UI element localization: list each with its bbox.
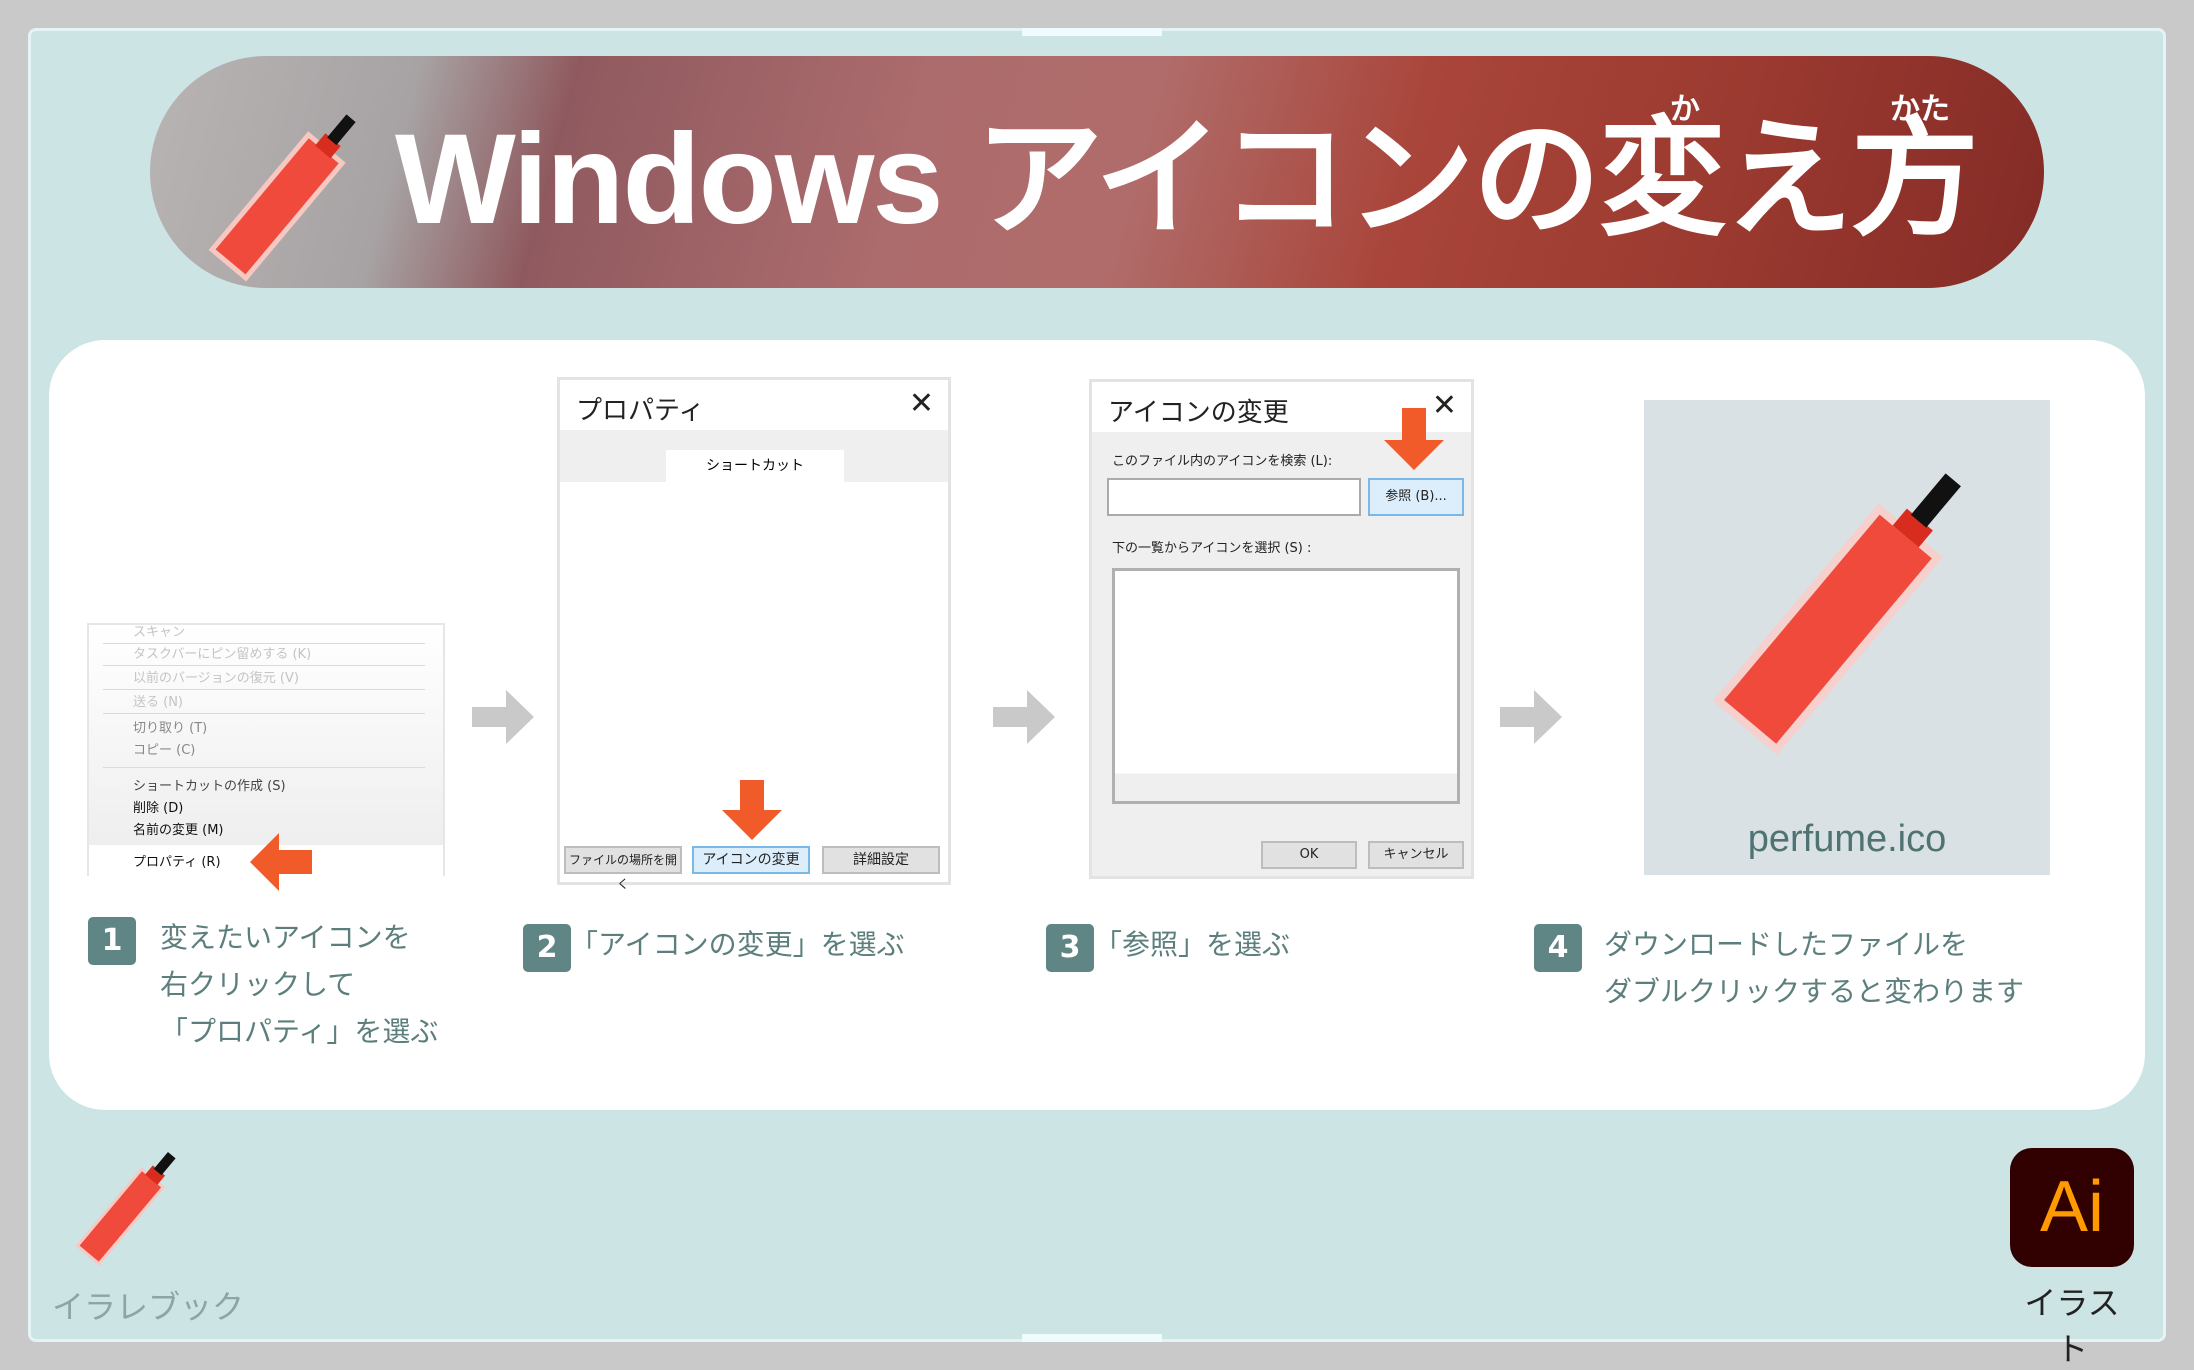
ruby-ka: か [1670,92,1700,127]
open-file-location-button[interactable]: ファイルの場所を開く [564,846,682,891]
menu-separator [103,665,425,666]
dialog-title: プロパティ [576,396,705,426]
orange-arrow-down-icon [722,780,782,840]
menu-item-restore-version[interactable]: 以前のバージョンの復元 (V) [133,667,299,686]
icon-preview: perfume.ico [1644,400,2050,875]
icon-filename: perfume.ico [1747,818,1947,860]
advanced-button[interactable]: 詳細設定 [822,846,940,874]
change-icon-button[interactable]: アイコンの変更 [692,846,810,874]
orange-arrow-down-icon [1384,408,1444,470]
menu-item-delete[interactable]: 削除 (D) [133,797,183,816]
orange-arrow-left-icon [250,833,312,891]
step-4-badge: 4 [1534,924,1582,972]
step-3-text: 「参照」を選ぶ [1094,928,1291,961]
dialog-title: アイコンの変更 [1108,398,1289,428]
gray-arrow-right-icon [993,690,1055,744]
step-3-badge: 3 [1046,924,1094,972]
top-notch [1022,28,1162,36]
perfume-bottle-icon [1712,473,1961,755]
menu-item-create-shortcut[interactable]: ショートカットの作成 (S) [133,775,286,794]
search-label: このファイル内のアイコンを検索 (L): [1112,454,1333,469]
step-4-line: ダウンロードしたファイルを [1604,928,1969,961]
illustrator-label: イラスト [2024,1284,2120,1368]
icon-list[interactable] [1112,568,1460,804]
ruby-kata: かた [1890,92,1950,127]
perfume-bottle-icon [208,114,356,282]
menu-item-cut[interactable]: 切り取り (T) [133,717,207,736]
menu-item-copy[interactable]: コピー (C) [133,739,195,758]
menu-item-pin-taskbar[interactable]: タスクバーにピン留めする (K) [133,643,311,662]
close-icon[interactable]: ✕ [909,386,934,421]
menu-item-scan[interactable]: スキャン [133,621,185,640]
icon-list-label: 下の一覧からアイコンを選択 (S) : [1112,541,1312,556]
brand-perfume-logo [75,1151,176,1266]
step-1-line: 右クリックして [160,968,356,1001]
step-4-text: ダウンロードしたファイルを ダブルクリックすると変わります [1604,921,2024,1015]
step-2-badge: 2 [523,924,571,972]
menu-separator [103,767,425,768]
brand-name: イラレブック [52,1288,245,1326]
header-banner: Windows アイコンの変え方 か かた [150,56,2044,288]
dialog-titlebar: プロパティ ✕ [560,380,948,430]
menu-item-properties[interactable]: プロパティ (R) [133,851,221,870]
step-2-text: 「アイコンの変更」を選ぶ [570,928,905,961]
menu-separator [103,713,425,714]
step-1-line: 変えたいアイコンを [160,921,411,954]
gray-arrow-right-icon [1500,690,1562,744]
gray-arrow-right-icon [472,690,534,744]
menu-item-send-to[interactable]: 送る (N) [133,691,183,710]
tab-shortcut[interactable]: ショートカット [666,450,844,482]
step-1-text: 変えたいアイコンを 右クリックして 「プロパティ」を選ぶ [160,914,438,1055]
menu-item-rename[interactable]: 名前の変更 (M) [133,819,224,838]
cancel-button[interactable]: キャンセル [1368,841,1464,869]
bottom-notch [1022,1334,1162,1342]
browse-button[interactable]: 参照 (B)... [1368,478,1464,516]
step-1-line: 「プロパティ」を選ぶ [160,1015,439,1048]
step-1-badge: 1 [88,917,136,965]
page-title: Windows アイコンの変え方 [395,108,1979,251]
ok-button[interactable]: OK [1261,841,1357,869]
icon-file-input[interactable] [1107,478,1361,516]
menu-separator [103,689,425,690]
illustrator-logo: Ai [2010,1148,2134,1267]
step-4-line: ダブルクリックすると変わります [1604,975,2025,1008]
